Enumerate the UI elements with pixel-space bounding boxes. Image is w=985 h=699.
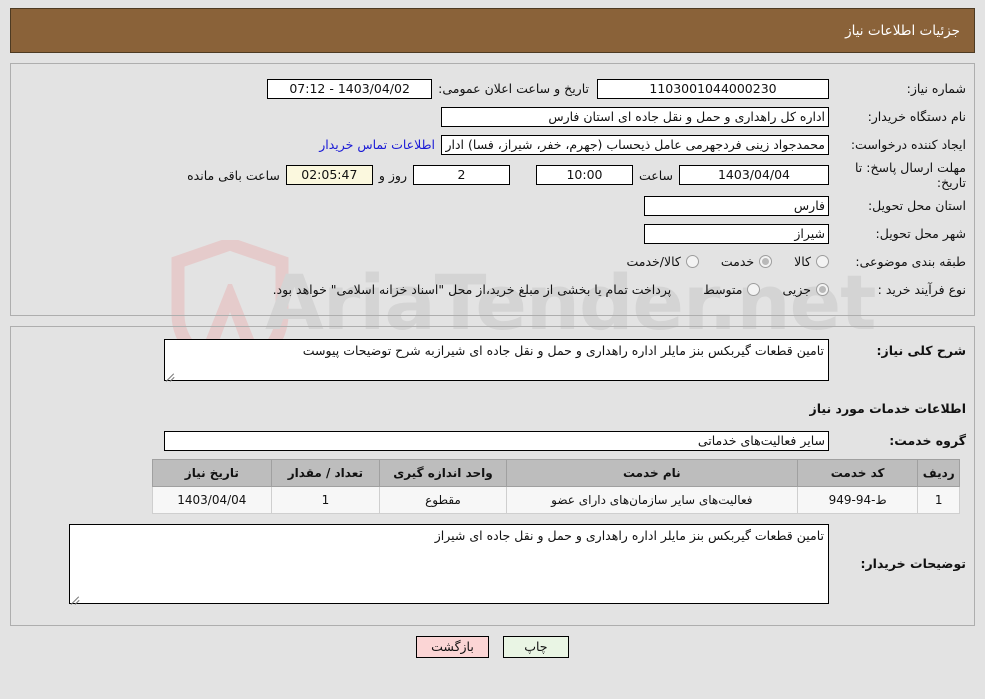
row-requester: ایجاد کننده درخواست: اطلاعات تماس خریدار	[19, 132, 966, 157]
print-button[interactable]: چاپ	[502, 636, 569, 658]
row-category: طبقه بندی موضوعی: کالا خدمت کالا/خدمت	[19, 249, 966, 274]
buyer-org-label: نام دستگاه خریدار:	[867, 109, 966, 124]
th-unit: واحد اندازه گیری	[379, 459, 507, 487]
public-announce-input[interactable]	[267, 78, 433, 99]
page-header: جزئیات اطلاعات نیاز	[10, 8, 975, 53]
buyer-contact-link[interactable]: اطلاعات تماس خریدار	[313, 137, 441, 152]
back-button[interactable]: بازگشت	[416, 636, 489, 658]
footer-button-bar: بازگشت چاپ	[0, 636, 985, 658]
cell-name: فعالیت‌های سایر سازمان‌های دارای عضو	[505, 486, 798, 514]
deadline-hour-input[interactable]	[535, 165, 633, 185]
process-label: نوع فرآیند خرید :	[877, 282, 966, 297]
radio-jozei-icon[interactable]	[816, 283, 829, 296]
service-group-input[interactable]	[164, 430, 829, 451]
row-need-description: شرح کلی نیاز: تامین قطعات گیربکس بنز مای…	[19, 339, 966, 385]
th-qty: تعداد / مقدار	[270, 459, 381, 487]
treasury-note: پرداخت تمام یا بخشی از مبلغ خرید،از محل …	[272, 282, 672, 297]
radio-kala-icon[interactable]	[816, 255, 829, 268]
row-city: شهر محل تحویل:	[19, 221, 966, 246]
deadline-label: مهلت ارسال پاسخ: تا تاریخ:	[855, 160, 966, 190]
row-deadline: مهلت ارسال پاسخ: تا تاریخ: ساعت روز و سا…	[19, 160, 966, 190]
category-option-khedmat[interactable]: خدمت	[720, 254, 773, 269]
table-header-row: ردیف کد خدمت نام خدمت واحد اندازه گیری ت…	[152, 459, 960, 487]
category-option-kala-label: کالا	[794, 254, 811, 269]
category-label: طبقه بندی موضوعی:	[855, 254, 966, 269]
table-row[interactable]: 1 ط-94-949 فعالیت‌های سایر سازمان‌های دا…	[152, 486, 960, 514]
remaining-days-input[interactable]	[412, 165, 510, 185]
need-details-panel: شرح کلی نیاز: تامین قطعات گیربکس بنز مای…	[10, 326, 975, 626]
category-option-khedmat-label: خدمت	[720, 254, 755, 269]
cell-qty: 1	[270, 486, 381, 514]
th-date: تاریخ نیاز	[152, 459, 272, 487]
radio-khedmat-icon[interactable]	[759, 255, 773, 268]
remaining-timer-input[interactable]	[285, 165, 373, 185]
requester-label: ایجاد کننده درخواست:	[850, 137, 966, 152]
th-name: نام خدمت	[505, 459, 798, 487]
row-need-number: شماره نیاز: تاریخ و ساعت اعلان عمومی:	[19, 76, 966, 101]
category-option-kala[interactable]: کالا	[794, 254, 829, 269]
row-buyer-description: توضیحات خریدار: تامین قطعات گیربکس بنز م…	[19, 524, 966, 608]
th-radif: ردیف	[917, 459, 960, 487]
hour-label: ساعت	[638, 167, 673, 183]
days-label: روز و	[378, 167, 407, 183]
city-input[interactable]	[644, 223, 829, 244]
cell-code: ط-94-949	[796, 486, 919, 514]
services-section-title: اطلاعات خدمات مورد نیاز	[809, 401, 967, 416]
row-service-group: گروه خدمت:	[19, 428, 966, 453]
process-option-jozei[interactable]: جزیی	[782, 282, 829, 297]
page-root: جزئیات اطلاعات نیاز شماره نیاز: تاریخ و …	[0, 8, 985, 658]
buyer-desc-textarea[interactable]: تامین قطعات گیربکس بنز مایلر اداره راهدا…	[69, 524, 829, 604]
process-option-motavaset[interactable]: متوسط	[703, 282, 761, 297]
deadline-date-input[interactable]	[679, 165, 829, 185]
category-option-kala-khedmat[interactable]: کالا/خدمت	[626, 254, 699, 269]
need-number-label: شماره نیاز:	[906, 81, 966, 96]
service-group-label: گروه خدمت:	[889, 433, 966, 448]
th-code: کد خدمت	[796, 459, 919, 487]
radio-motavaset-icon[interactable]	[747, 283, 761, 296]
cell-date: 1403/04/04	[152, 486, 272, 514]
cell-radif: 1	[917, 486, 960, 514]
province-input[interactable]	[644, 195, 829, 216]
cell-unit: مقطوع	[379, 486, 507, 514]
buyer-org-input[interactable]	[441, 106, 829, 127]
radio-kala-khedmat-icon[interactable]	[685, 255, 699, 268]
category-option-kala-khedmat-label: کالا/خدمت	[626, 254, 681, 269]
buyer-desc-label: توضیحات خریدار:	[860, 556, 966, 571]
need-desc-textarea[interactable]: تامین قطعات گیربکس بنز مایلر اداره راهدا…	[164, 339, 829, 381]
process-option-jozei-label: جزیی	[782, 282, 811, 297]
need-info-panel: شماره نیاز: تاریخ و ساعت اعلان عمومی: نا…	[10, 63, 975, 316]
services-table: ردیف کد خدمت نام خدمت واحد اندازه گیری ت…	[152, 459, 960, 514]
timer-label: ساعت باقی مانده	[187, 167, 280, 183]
need-number-input[interactable]	[597, 78, 829, 99]
need-desc-label: شرح کلی نیاز:	[876, 343, 966, 358]
process-option-motavaset-label: متوسط	[703, 282, 743, 297]
row-province: استان محل تحویل:	[19, 193, 966, 218]
row-buyer-org: نام دستگاه خریدار:	[19, 104, 966, 129]
province-label: استان محل تحویل:	[867, 198, 966, 213]
row-process: نوع فرآیند خرید : جزیی متوسط پرداخت تمام…	[19, 277, 966, 302]
requester-input[interactable]	[441, 134, 829, 155]
page-title: جزئیات اطلاعات نیاز	[845, 22, 960, 39]
city-label: شهر محل تحویل:	[875, 226, 966, 241]
public-announce-label: تاریخ و ساعت اعلان عمومی:	[438, 81, 589, 96]
